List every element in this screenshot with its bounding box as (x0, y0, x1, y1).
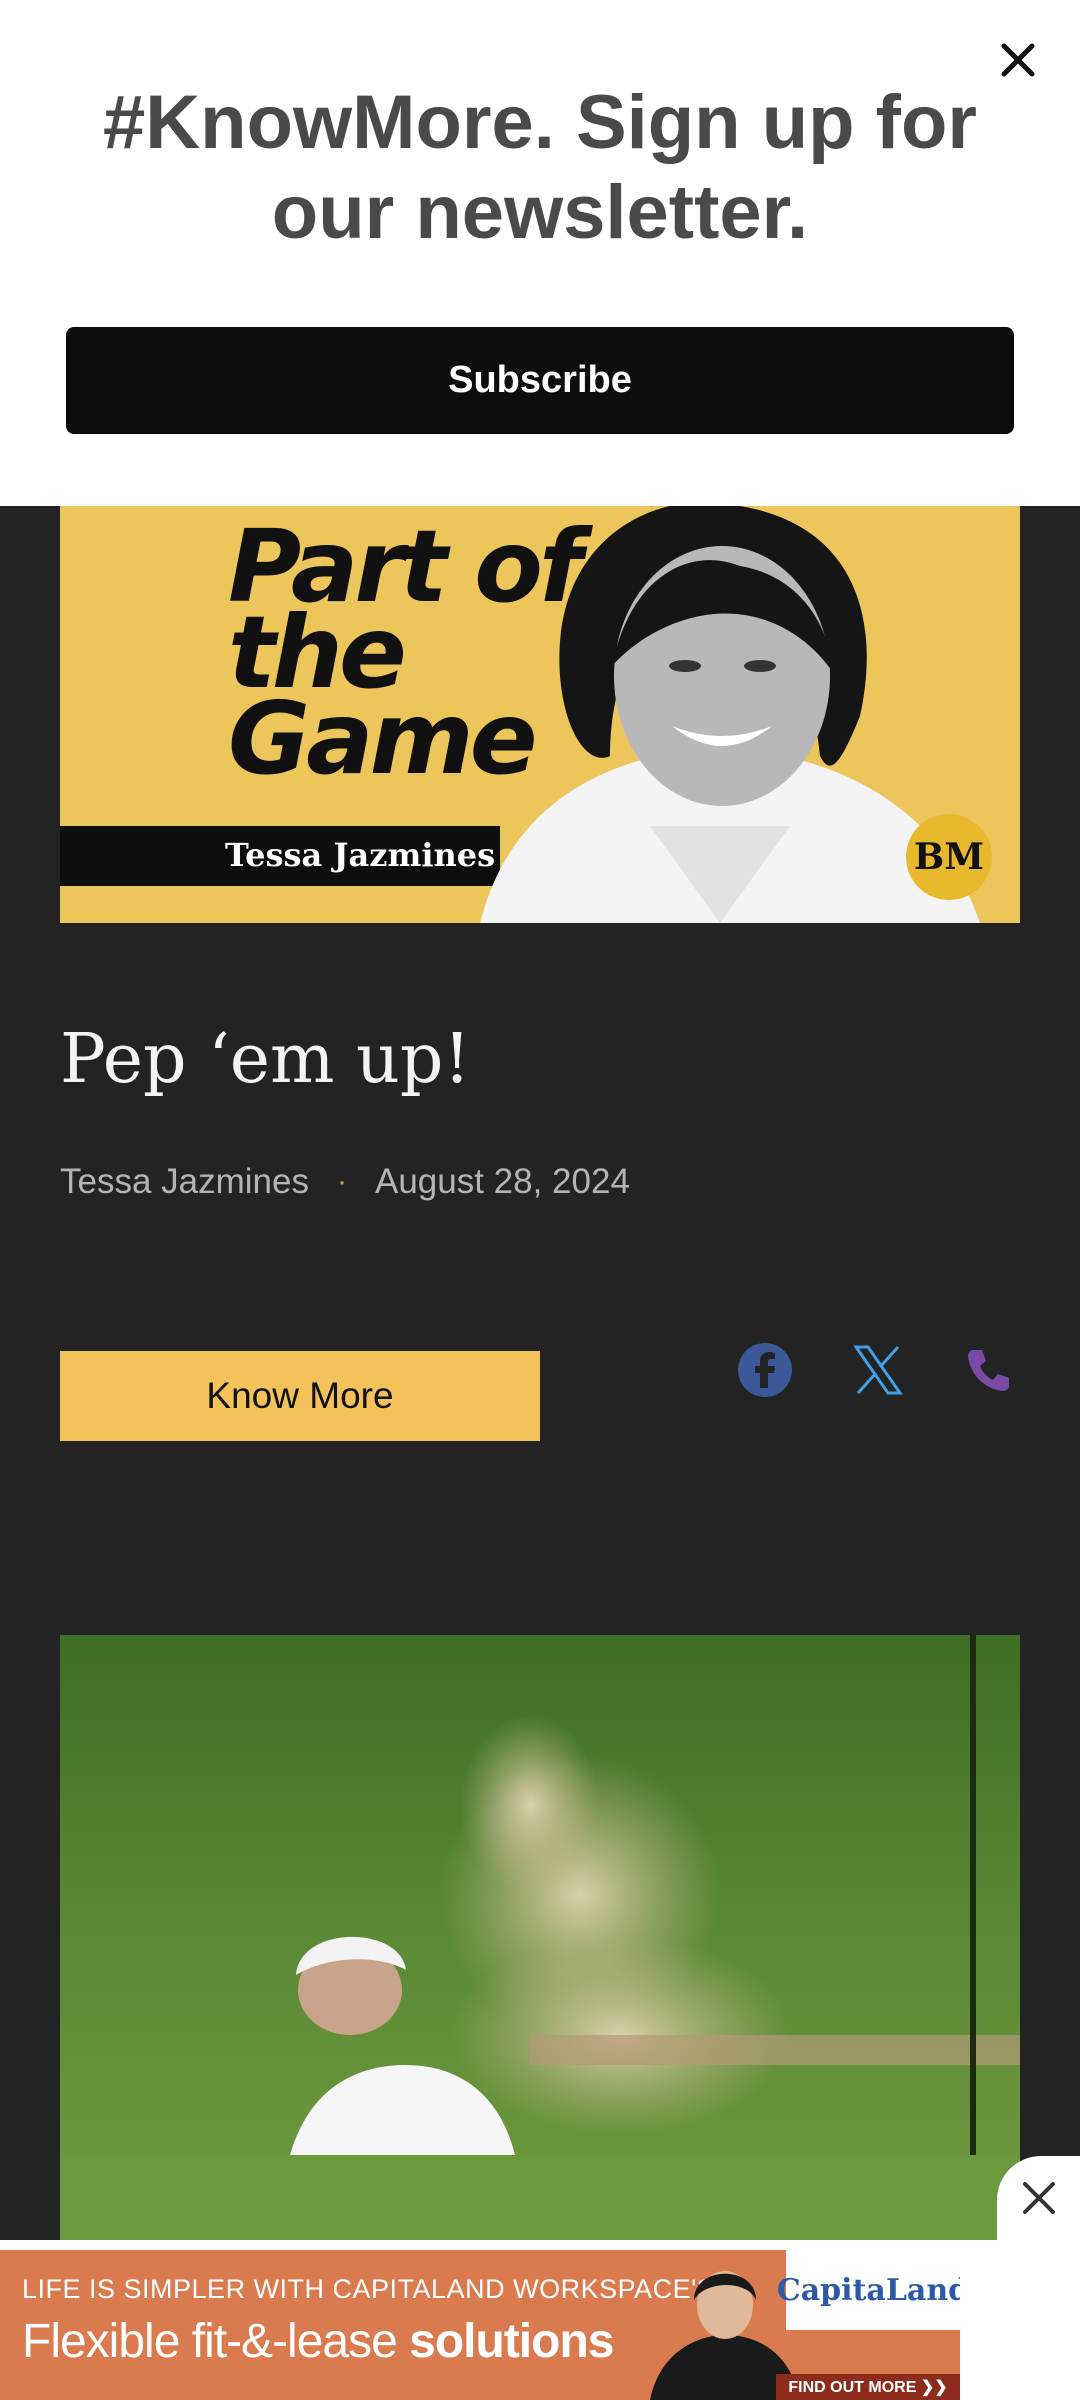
phone-share-icon[interactable] (958, 1340, 1018, 1400)
x-share-icon[interactable] (848, 1340, 908, 1400)
ad-headline: LIFE IS SIMPLER WITH CAPITALAND WORKSPAC… (22, 2274, 716, 2304)
article-hero-image[interactable]: Part of the Game Tessa Jazmines BM (60, 506, 1020, 923)
facebook-share-icon[interactable] (735, 1340, 795, 1400)
ad-subheadline-bold: solutions (409, 2315, 614, 2368)
ad-subheadline: Flexible fit-&-lease solutions (22, 2314, 614, 2369)
author-name[interactable]: Tessa Jazmines (60, 1162, 309, 1202)
newsletter-popup: #KnowMore. Sign up for our newsletter. S… (0, 0, 1080, 506)
byline-separator: · (336, 1165, 347, 1198)
byline: Tessa Jazmines · August 28, 2024 (60, 1162, 630, 1202)
ad-subheadline-plain: Flexible fit-&-lease (22, 2315, 410, 2368)
know-more-button[interactable]: Know More (60, 1351, 540, 1441)
ad-brand-logo: CapitaLand (777, 2250, 960, 2330)
ad-cta-button[interactable]: FIND OUT MORE ❯❯ (776, 2374, 960, 2400)
article-title[interactable]: Pep ‘em up! (60, 1020, 471, 1099)
brand-badge: BM (906, 814, 992, 900)
close-icon[interactable] (996, 38, 1040, 82)
article-thumbnail-image[interactable] (60, 1635, 1020, 2240)
subscribe-button[interactable]: Subscribe (66, 327, 1014, 434)
ad-close-icon[interactable] (997, 2156, 1080, 2240)
newsletter-title: #KnowMore. Sign up for our newsletter. (103, 80, 977, 255)
publish-date: August 28, 2024 (374, 1162, 630, 1201)
ad-brand-name: CapitaLand (776, 2272, 960, 2308)
capitaland-ad-banner[interactable]: LIFE IS SIMPLER WITH CAPITALAND WORKSPAC… (0, 2250, 960, 2400)
